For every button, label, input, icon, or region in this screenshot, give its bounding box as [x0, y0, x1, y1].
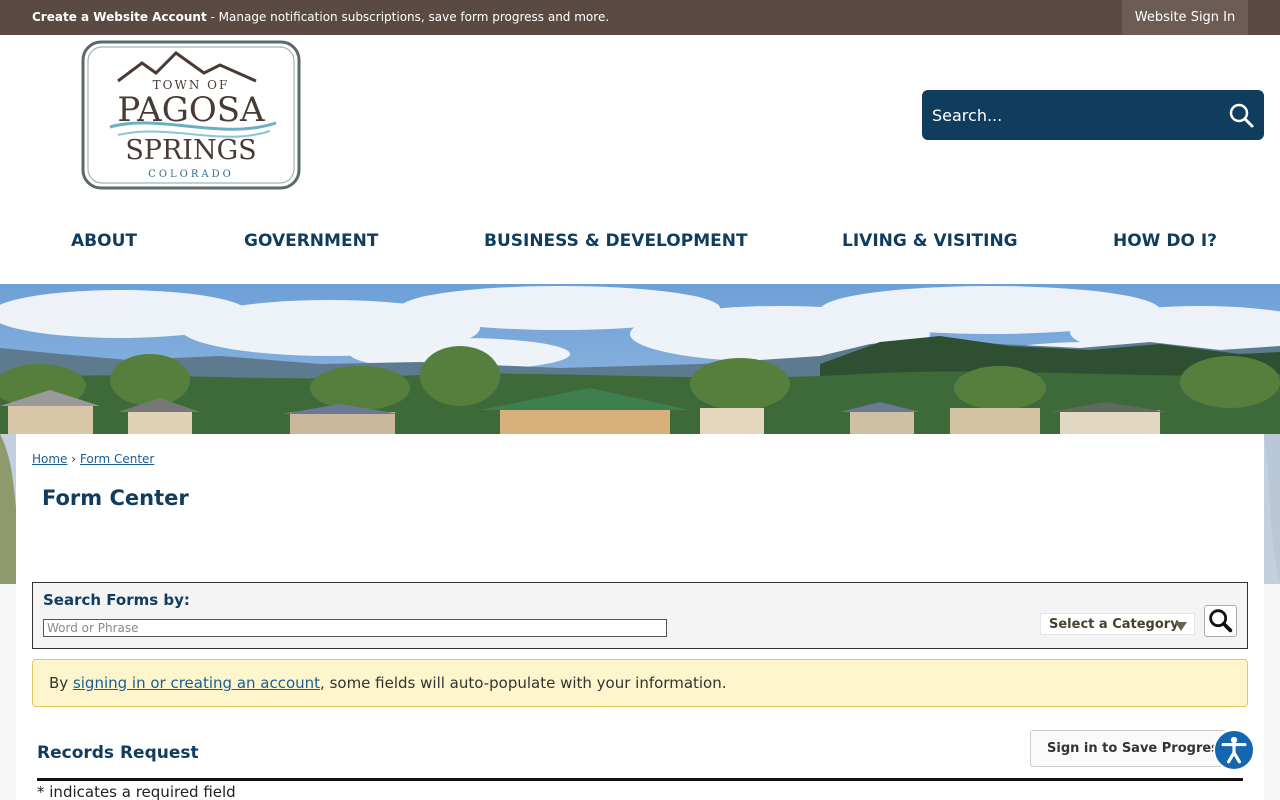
create-account-link[interactable]: Create a Website Account — [32, 10, 207, 24]
nav-business-development[interactable]: BUSINESS & DEVELOPMENT — [484, 231, 748, 251]
breadcrumb-home[interactable]: Home — [32, 452, 67, 466]
required-note: * indicates a required field — [37, 783, 236, 800]
logo-springs: SPRINGS — [125, 135, 256, 166]
logo-pagosa: PAGOSA — [117, 90, 265, 130]
accessibility-icon[interactable] — [1213, 729, 1255, 771]
form-search-box: Search Forms by: Select a Category — [32, 582, 1248, 649]
logo-colorado: COLORADO — [148, 169, 234, 180]
site-search-input[interactable] — [932, 102, 1222, 128]
nav-living-visiting[interactable]: LIVING & VISITING — [842, 231, 1018, 251]
notice-prefix: By — [49, 674, 73, 692]
search-forms-label: Search Forms by: — [43, 591, 190, 609]
site-search — [922, 90, 1264, 140]
nav-how-do-i[interactable]: HOW DO I? — [1113, 231, 1217, 251]
site-header: TOWN OF PAGOSA SPRINGS COLORADO ABOUT GO… — [0, 35, 1280, 284]
form-title: Records Request — [37, 743, 199, 763]
town-logo[interactable]: TOWN OF PAGOSA SPRINGS COLORADO — [80, 39, 302, 191]
chevron-down-icon — [1175, 622, 1187, 631]
account-message-text: - Manage notification subscriptions, sav… — [206, 10, 610, 24]
search-icon[interactable] — [1228, 102, 1254, 128]
breadcrumb: Home › Form Center — [32, 452, 154, 466]
website-sign-in-button[interactable]: Website Sign In — [1122, 0, 1248, 35]
sign-in-notice: By signing in or creating an account, so… — [32, 659, 1248, 707]
category-select[interactable]: Select a Category — [1040, 613, 1195, 635]
main-nav: ABOUT GOVERNMENT BUSINESS & DEVELOPMENT … — [0, 231, 1280, 257]
sign-in-link[interactable]: signing in or creating an account — [73, 674, 320, 692]
save-progress-button[interactable]: Sign in to Save Progress — [1030, 730, 1226, 767]
top-bar: Create a Website Account - Manage notifi… — [0, 0, 1280, 35]
form-divider — [37, 778, 1243, 781]
nav-government[interactable]: GOVERNMENT — [244, 231, 378, 251]
search-icon[interactable] — [1204, 605, 1237, 637]
breadcrumb-form-center[interactable]: Form Center — [80, 452, 154, 466]
page-title: Form Center — [42, 486, 189, 510]
category-select-label: Select a Category — [1049, 617, 1179, 632]
form-search-input[interactable] — [43, 619, 667, 637]
nav-about[interactable]: ABOUT — [71, 231, 137, 251]
breadcrumb-separator: › — [71, 452, 77, 466]
account-message: Create a Website Account - Manage notifi… — [32, 10, 609, 24]
notice-suffix: , some fields will auto-populate with yo… — [320, 674, 727, 692]
